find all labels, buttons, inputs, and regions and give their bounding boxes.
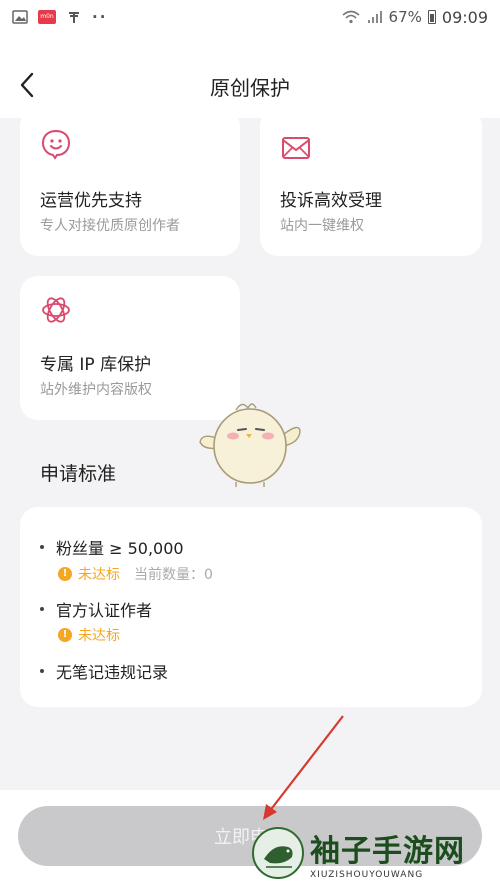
bullet xyxy=(40,545,44,549)
benefit-card-operations: 运营优先支持 专人对接优质原创作者 xyxy=(20,108,240,256)
usb-icon xyxy=(69,12,79,23)
envelope-icon xyxy=(282,137,310,159)
watermark-chinese-text: 袖子手游网 xyxy=(310,834,465,869)
benefit-subtitle: 站外维护内容版权 xyxy=(40,382,152,398)
site-watermark: 袖子手游网 XIUZISHOUYOUWANG xyxy=(252,820,497,886)
requirement-status: ! 未达标 xyxy=(58,625,120,645)
red-arrow-annotation xyxy=(263,715,344,820)
watermark-bird-logo xyxy=(252,827,304,879)
benefit-subtitle: 专人对接优质原创作者 xyxy=(40,218,180,234)
requirements-card: 粉丝量 ≥ 50,000 ! 未达标 当前数量：0 官方认证作者 ! 未达标 无… xyxy=(20,507,482,707)
bird-icon xyxy=(264,846,293,868)
section-title-requirements: 申请标准 xyxy=(40,463,117,485)
benefit-card-complaint: 投诉高效受理 站内一键维权 xyxy=(260,108,482,256)
benefit-title: 专属 IP 库保护 xyxy=(40,355,152,375)
benefit-subtitle: 站内一键维权 xyxy=(280,218,364,234)
benefit-title: 运营优先支持 xyxy=(40,191,142,211)
battery-icon xyxy=(427,10,436,24)
app-notification-icon: m0n xyxy=(38,10,56,24)
current-count: 当前数量：0 xyxy=(134,567,213,583)
warning-icon: ! xyxy=(58,567,72,581)
requirement-text: 官方认证作者 xyxy=(56,601,153,620)
flower-icon xyxy=(42,297,70,323)
gallery-icon xyxy=(12,10,28,24)
top-nav: 原创保护 xyxy=(0,34,500,118)
smile-badge-icon xyxy=(41,129,71,160)
status-bar: m0n ·· 67% 09:09 xyxy=(0,0,500,34)
bullet xyxy=(40,669,44,673)
signal-icon xyxy=(367,11,382,23)
wifi-icon xyxy=(342,10,360,24)
benefit-title: 投诉高效受理 xyxy=(280,191,382,211)
more-notifications-icon: ·· xyxy=(92,8,108,26)
requirement-item: 无笔记违规记录 xyxy=(40,659,168,683)
requirement-text: 粉丝量 ≥ 50,000 xyxy=(56,539,184,558)
requirement-status: ! 未达标 当前数量：0 xyxy=(58,564,213,584)
warning-icon: ! xyxy=(58,628,72,642)
clock: 09:09 xyxy=(441,7,488,27)
page-title: 原创保护 xyxy=(210,76,290,100)
watermark-english-text: XIUZISHOUYOUWANG xyxy=(310,870,424,880)
requirement-text: 无笔记违规记录 xyxy=(56,663,169,682)
status-text: 未达标 xyxy=(78,567,120,583)
requirement-item: 粉丝量 ≥ 50,000 xyxy=(40,535,184,559)
status-text: 未达标 xyxy=(78,628,120,644)
battery-percent: 67% xyxy=(388,8,422,26)
mascot-chick-illustration xyxy=(199,403,301,487)
requirement-item: 官方认证作者 xyxy=(40,597,152,621)
bullet xyxy=(40,607,44,611)
